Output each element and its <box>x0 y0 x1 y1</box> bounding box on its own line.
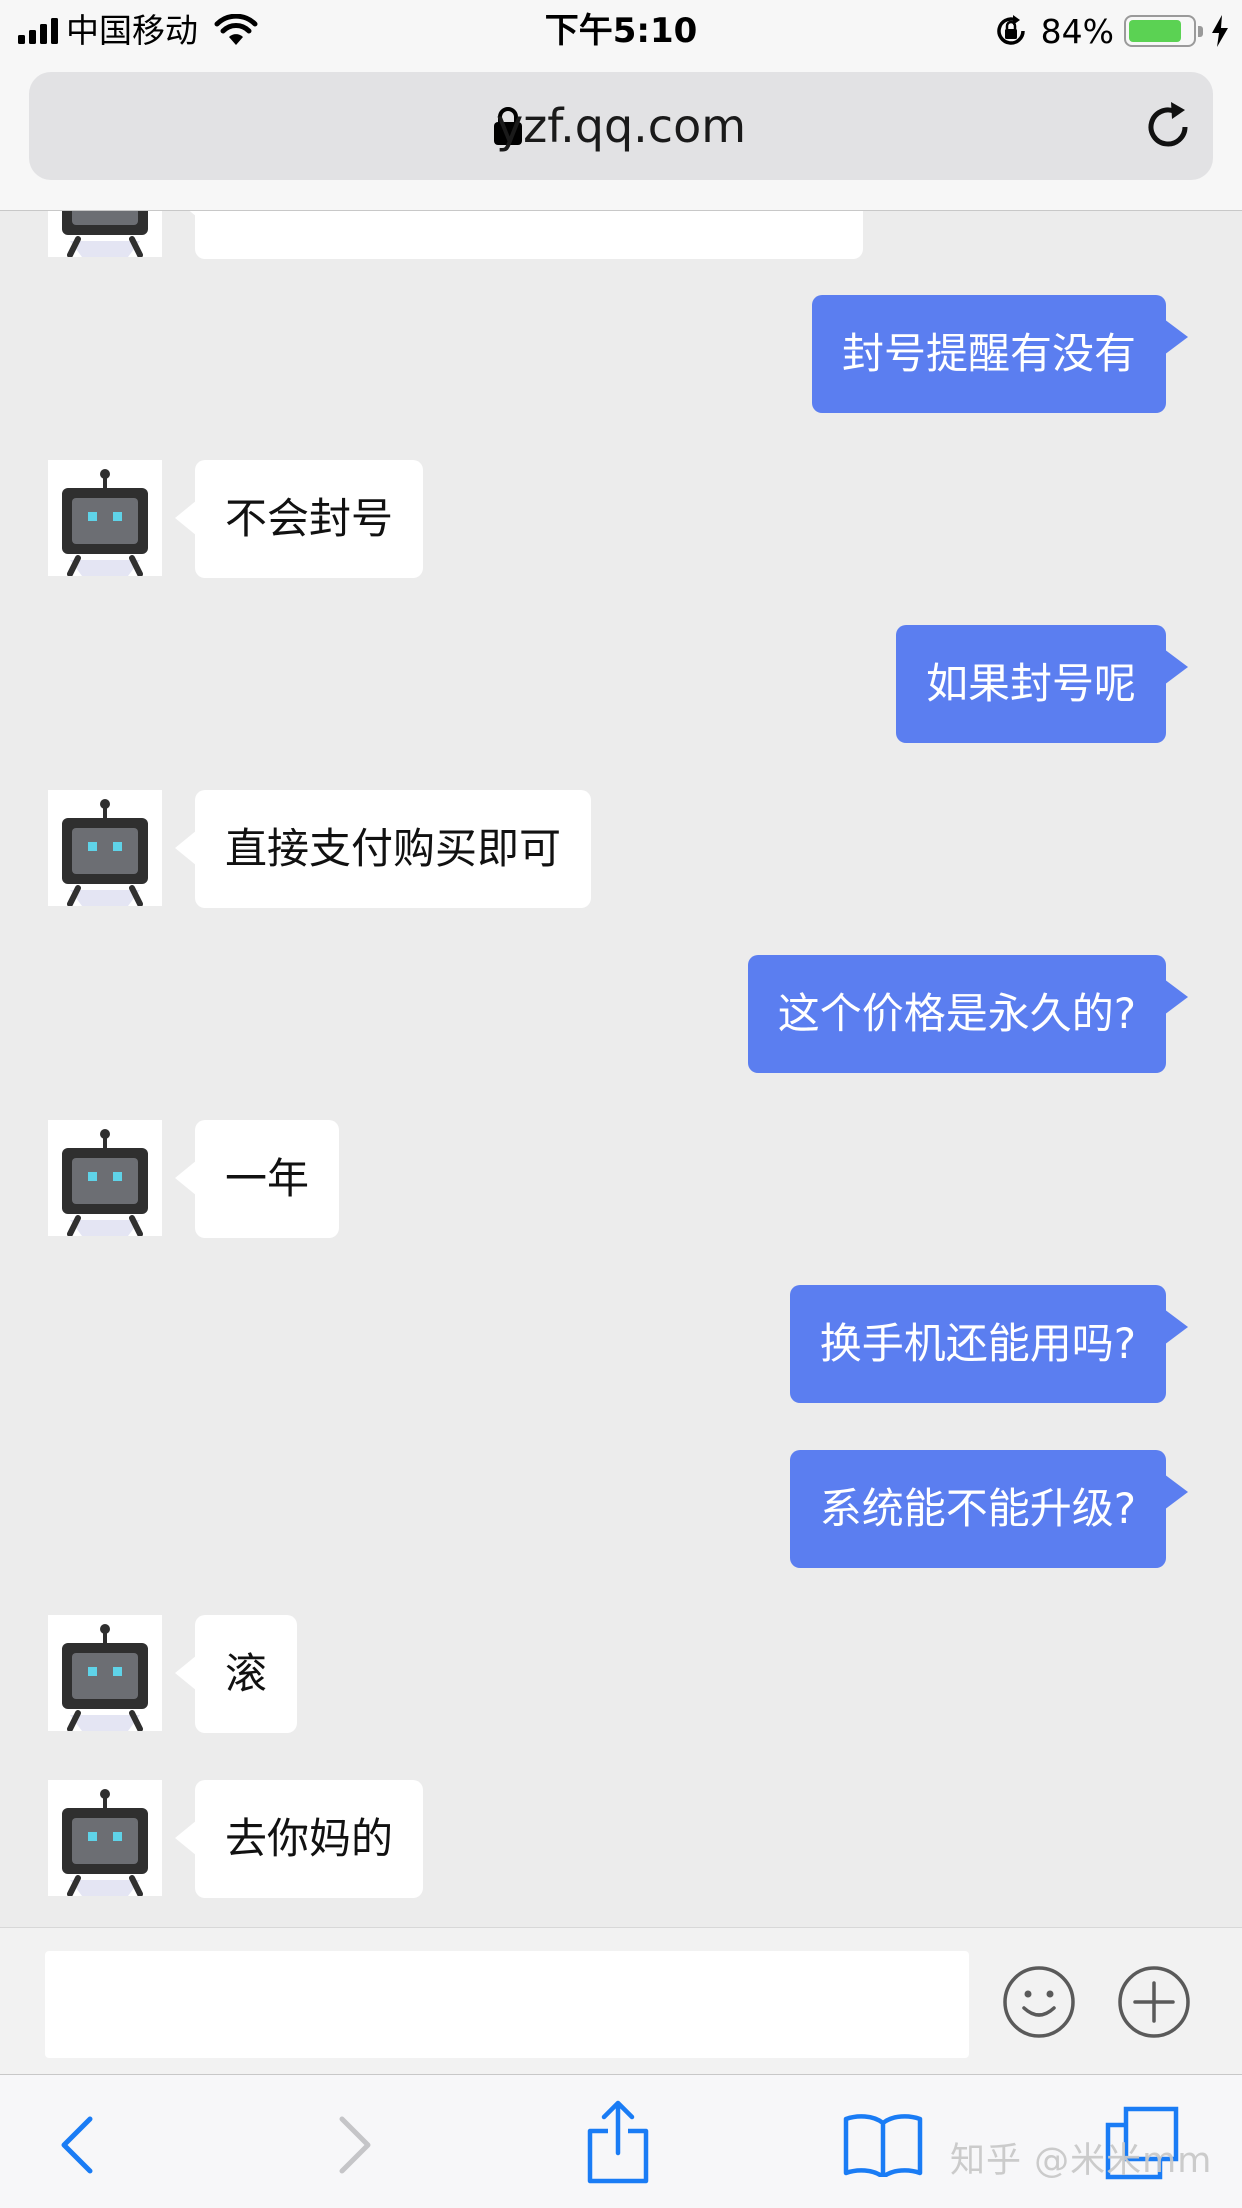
chat-message-bot: 不会封号 <box>0 460 1242 580</box>
chat-message-user: 换手机还能用吗? <box>0 1285 1242 1405</box>
chat-message-bot: 直接支付购买即可 <box>0 790 1242 910</box>
bot-message-bubble: 滚 <box>174 1615 298 1733</box>
status-right: 84% <box>993 8 1230 54</box>
bookmarks-icon[interactable] <box>843 2111 923 2177</box>
plus-icon[interactable] <box>1117 1965 1191 2039</box>
chat-area[interactable]: 封号提醒有没有不会封号如果封号呢直接支付购买即可这个价格是永久的? 一年换手机还能… <box>0 211 1242 1927</box>
chat-message-bot <box>0 211 1242 261</box>
forward-icon[interactable] <box>334 2115 374 2175</box>
watermark-text: 知乎 @米米mm <box>950 2141 1213 2181</box>
message-input-bar <box>0 1927 1242 2074</box>
user-message-bubble: 封号提醒有没有 <box>811 295 1189 413</box>
battery-icon <box>1124 15 1203 47</box>
emoji-icon[interactable] <box>1002 1965 1076 2039</box>
url-bar[interactable]: yzf.qq.com <box>29 72 1213 180</box>
bot-avatar-icon <box>48 1780 162 1897</box>
bot-avatar-icon <box>48 790 162 907</box>
status-bar: 中国移动 下午5:10 84% <box>0 0 1242 62</box>
battery-percent: 84% <box>1040 11 1114 51</box>
user-message-bubble: 如果封号呢 <box>895 625 1189 743</box>
message-input[interactable] <box>45 1951 969 2058</box>
user-message-bubble: 换手机还能用吗? <box>789 1285 1189 1403</box>
chat-message-user: 如果封号呢 <box>0 625 1242 745</box>
bot-message-bubble: 不会封号 <box>174 460 424 578</box>
share-icon[interactable] <box>586 2099 650 2185</box>
bot-avatar-icon <box>48 460 162 577</box>
rotation-lock-icon <box>996 15 1025 45</box>
chat-message-bot: 滚 <box>0 1615 1242 1735</box>
reload-icon[interactable] <box>1141 100 1195 154</box>
chat-message-user: 这个价格是永久的? <box>0 955 1242 1075</box>
chat-message-bot: 去你妈的 <box>0 1780 1242 1900</box>
chat-message-user: 系统能不能升级? <box>0 1450 1242 1570</box>
user-message-bubble: 系统能不能升级? <box>789 1450 1189 1568</box>
bot-message-bubble: 直接支付购买即可 <box>174 790 592 908</box>
user-message-bubble: 这个价格是永久的? <box>747 955 1189 1073</box>
back-icon[interactable] <box>58 2115 98 2175</box>
bot-avatar-icon <box>48 211 162 258</box>
bot-message-bubble <box>175 211 863 259</box>
chat-message-bot: 一年 <box>0 1120 1242 1240</box>
chat-message-user: 封号提醒有没有 <box>0 295 1242 415</box>
browser-url-area: yzf.qq.com <box>0 62 1242 211</box>
battery-level <box>1129 20 1182 42</box>
url-text[interactable]: yzf.qq.com <box>29 72 1213 180</box>
bot-message-bubble: 去你妈的 <box>174 1780 424 1898</box>
charging-bolt-icon <box>1212 15 1228 47</box>
bot-avatar-icon <box>48 1615 162 1732</box>
bot-avatar-icon <box>48 1120 162 1237</box>
bot-message-bubble: 一年 <box>174 1120 340 1238</box>
